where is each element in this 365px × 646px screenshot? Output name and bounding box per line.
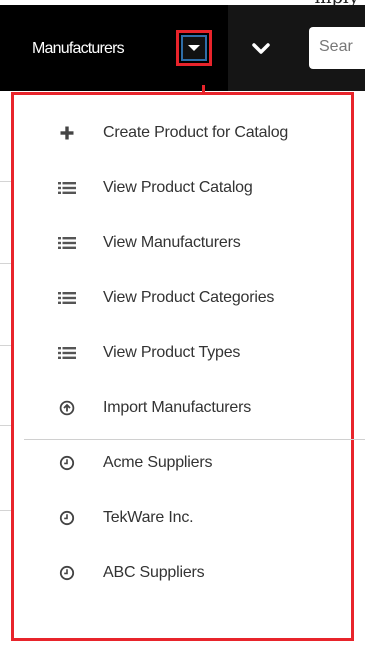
recent-item-abc-suppliers[interactable]: ABC Suppliers	[24, 545, 365, 600]
list-icon	[56, 178, 78, 198]
clock-icon	[56, 563, 78, 583]
chevron-down-icon	[252, 43, 270, 54]
list-icon	[56, 288, 78, 308]
caret-down-icon	[188, 45, 200, 51]
clock-icon	[56, 453, 78, 473]
menu-item-label: View Product Categories	[103, 289, 275, 306]
module-menu-toggle-inner[interactable]	[181, 35, 207, 61]
recent-item-label: Acme Suppliers	[103, 454, 213, 471]
navbar: Manufacturers	[0, 5, 365, 91]
menu-item-view-product-catalog[interactable]: View Product Catalog	[24, 160, 365, 215]
recent-item-label: ABC Suppliers	[103, 564, 205, 581]
menu-item-label: View Manufacturers	[103, 234, 241, 251]
upload-icon	[56, 398, 78, 418]
recent-item-tekware-inc[interactable]: TekWare Inc.	[24, 490, 365, 545]
search-input[interactable]	[319, 38, 365, 56]
list-icon	[56, 343, 78, 363]
search-box[interactable]	[309, 27, 365, 69]
clock-icon	[56, 508, 78, 528]
menu-item-label: Create Product for Catalog	[103, 124, 289, 141]
menu-item-view-manufacturers[interactable]: View Manufacturers	[24, 215, 365, 270]
menu-item-view-product-categories[interactable]: View Product Categories	[24, 270, 365, 325]
module-tab[interactable]: Manufacturers	[0, 5, 228, 91]
menu-item-create-product-for-catalog[interactable]: Create Product for Catalog	[24, 105, 365, 160]
menu-item-label: View Product Types	[103, 344, 241, 361]
module-menu-toggle-button[interactable]	[176, 30, 212, 66]
module-title[interactable]: Manufacturers	[32, 39, 125, 59]
menu-list: Create Product for Catalog View Product …	[24, 105, 365, 600]
recent-item-label: TekWare Inc.	[103, 509, 194, 526]
plus-icon	[56, 123, 78, 143]
menu-item-import-manufacturers[interactable]: Import Manufacturers	[24, 380, 365, 435]
menu-item-label: Import Manufacturers	[103, 399, 252, 416]
menu-item-label: View Product Catalog	[103, 179, 253, 196]
module-dropdown-menu: Create Product for Catalog View Product …	[11, 92, 365, 641]
menu-item-view-product-types[interactable]: View Product Types	[24, 325, 365, 380]
more-modules-button[interactable]	[245, 33, 277, 65]
list-icon	[56, 233, 78, 253]
recent-item-acme-suppliers[interactable]: Acme Suppliers	[24, 435, 365, 490]
